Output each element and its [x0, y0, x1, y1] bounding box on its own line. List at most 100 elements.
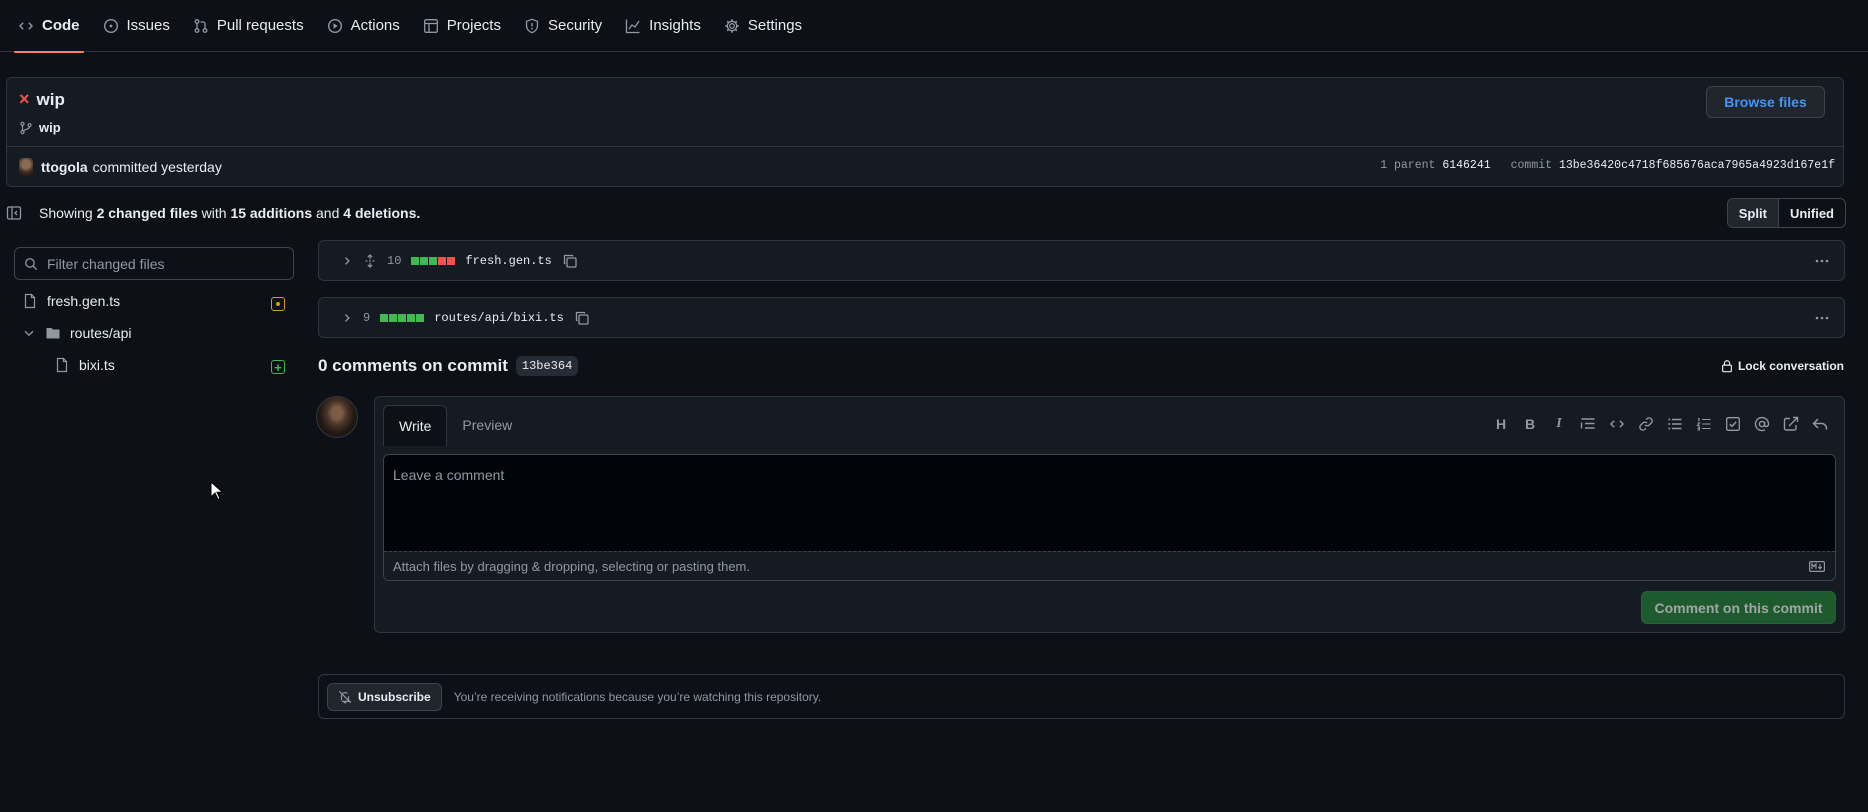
avatar[interactable] [316, 396, 358, 438]
tab-security[interactable]: Security [514, 0, 612, 52]
file-name[interactable]: fresh.gen.ts [465, 254, 551, 268]
commit-info: commit 13be36420c4718f685676aca7965a4923… [1511, 159, 1835, 172]
tab-pull-requests-label: Pull requests [216, 17, 304, 34]
unsubscribe-button[interactable]: Unsubscribe [327, 682, 442, 711]
commit-sha: 13be36420c4718f685676aca7965a4923d167e1f [1558, 159, 1835, 172]
chevron-right-icon[interactable] [341, 312, 353, 324]
split-view-button[interactable]: Split [1727, 199, 1779, 227]
code-icon[interactable] [1609, 416, 1625, 432]
failed-status-icon[interactable]: × [19, 89, 30, 110]
ordered-list-icon[interactable] [1696, 416, 1712, 432]
bold-icon[interactable]: B [1522, 416, 1538, 432]
gear-icon [724, 18, 740, 34]
heading-icon[interactable]: H [1493, 416, 1509, 432]
tab-actions[interactable]: Actions [317, 0, 410, 52]
comments-title: 0 comments on commit [318, 356, 508, 375]
author-avatar[interactable] [19, 158, 33, 176]
commit-sha-chip: 13be364 [515, 356, 579, 376]
file-icon [54, 357, 70, 373]
chevron-down-icon [22, 326, 36, 340]
file-diff-header-fresh-gen[interactable]: 10 fresh.gen.ts [318, 240, 1845, 281]
file-tree-item-bixi[interactable]: bixi.ts [54, 357, 115, 373]
copy-icon[interactable] [562, 253, 578, 269]
kebab-icon[interactable] [1814, 253, 1830, 269]
comments-heading: 0 comments on commit 13be364 [318, 356, 579, 376]
chevron-right-icon[interactable] [341, 255, 353, 267]
branch-info: wip [19, 120, 61, 135]
italic-icon[interactable]: I [1551, 416, 1567, 432]
bell-slash-icon [338, 690, 352, 704]
tab-settings-label: Settings [747, 17, 803, 34]
filter-files-input[interactable] [47, 255, 287, 272]
kebab-icon[interactable] [1814, 310, 1830, 326]
reply-icon[interactable] [1812, 416, 1828, 432]
author-name[interactable]: ttogola [41, 159, 88, 175]
attach-files-text: Attach files by dragging & dropping, sel… [393, 558, 750, 574]
tab-issues-label: Issues [126, 17, 170, 34]
commit-message: wip [36, 89, 65, 109]
lock-conversation-button[interactable]: Lock conversation [1720, 359, 1844, 373]
repo-nav: Code Issues Pull requests Actions Projec… [0, 0, 1868, 53]
summary-showing: Showing [39, 205, 93, 221]
comment-textarea[interactable] [384, 455, 1835, 553]
tab-issues[interactable]: Issues [93, 0, 180, 52]
browse-files-button[interactable]: Browse files [1706, 86, 1825, 118]
lock-conversation-label: Lock conversation [1737, 359, 1844, 373]
diffstat-bar [411, 256, 456, 265]
tab-code[interactable]: Code [8, 0, 90, 53]
task-list-icon[interactable] [1725, 416, 1741, 432]
commit-time: committed yesterday [92, 159, 222, 175]
sidebar-toggle-icon[interactable] [6, 205, 22, 221]
summary-deletions: 4 deletions. [343, 205, 421, 221]
parent-label: 1 parent [1380, 159, 1436, 172]
quote-icon[interactable] [1580, 416, 1596, 432]
code-icon [18, 18, 34, 34]
unordered-list-icon[interactable] [1667, 416, 1683, 432]
unsubscribe-label: Unsubscribe [358, 689, 431, 704]
tab-actions-label: Actions [350, 17, 400, 34]
play-icon [327, 18, 343, 34]
comment-submit-button[interactable]: Comment on this commit [1641, 591, 1836, 624]
file-tree-label: bixi.ts [79, 357, 115, 373]
file-tree-item-fresh-gen[interactable]: fresh.gen.ts [22, 293, 120, 309]
link-icon[interactable] [1638, 416, 1654, 432]
search-icon [24, 257, 38, 271]
markdown-icon[interactable] [1809, 561, 1825, 572]
issue-icon [103, 18, 119, 34]
tab-pull-requests[interactable]: Pull requests [183, 0, 314, 52]
branch-icon [19, 121, 33, 135]
unified-view-button[interactable]: Unified [1779, 199, 1845, 227]
diffstat-bar [380, 313, 425, 322]
table-icon [423, 18, 439, 34]
markdown-toolbar: H B I [1493, 416, 1828, 432]
graph-icon [625, 18, 641, 34]
tab-insights-label: Insights [649, 17, 701, 34]
tab-settings[interactable]: Settings [714, 0, 812, 52]
reference-icon[interactable] [1783, 416, 1799, 432]
tab-projects[interactable]: Projects [413, 0, 511, 52]
tab-preview[interactable]: Preview [447, 405, 527, 445]
lock-icon [1720, 359, 1734, 373]
tab-insights[interactable]: Insights [615, 0, 711, 52]
diff-view-toggle: Split Unified [1726, 198, 1846, 228]
diff-count: 9 [363, 310, 371, 325]
folder-label: routes/api [70, 325, 132, 341]
filter-files-field[interactable] [14, 247, 294, 280]
branch-name[interactable]: wip [39, 120, 61, 135]
parent-sha-link[interactable]: 6146241 [1442, 159, 1490, 172]
added-icon: + [271, 360, 285, 374]
file-name[interactable]: routes/api/bixi.ts [434, 311, 564, 325]
mouse-cursor [210, 481, 224, 501]
file-tree-label: fresh.gen.ts [47, 293, 121, 309]
mention-icon[interactable] [1754, 416, 1770, 432]
expand-icon[interactable] [363, 253, 377, 268]
diff-count: 10 [387, 253, 402, 268]
summary-changed-files: 2 changed files [96, 205, 198, 221]
attach-files-bar[interactable]: Attach files by dragging & dropping, sel… [384, 551, 1835, 580]
modified-icon [271, 297, 285, 311]
shield-icon [524, 18, 540, 34]
copy-icon[interactable] [574, 310, 590, 326]
file-diff-header-bixi[interactable]: 9 routes/api/bixi.ts [318, 297, 1845, 338]
tab-write[interactable]: Write [383, 405, 448, 446]
file-tree-folder-routes-api[interactable]: routes/api [22, 325, 131, 341]
